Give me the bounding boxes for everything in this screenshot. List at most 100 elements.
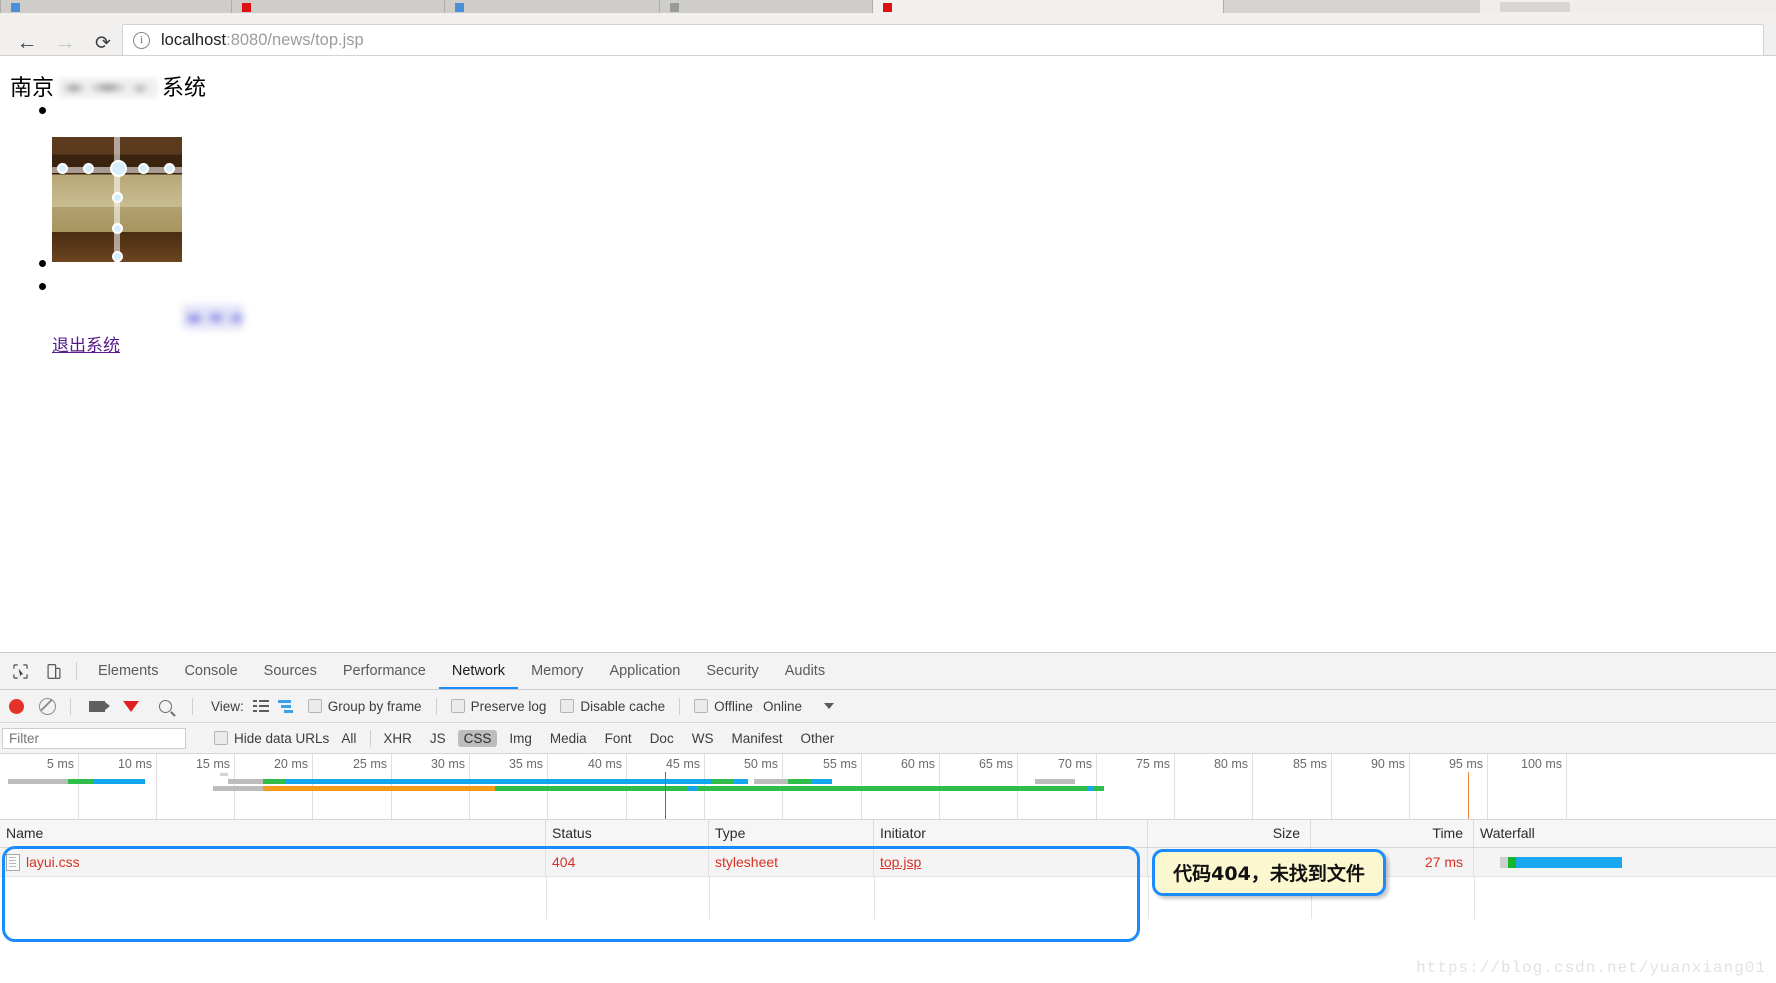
filter-chip-other[interactable]: Other: [794, 730, 840, 747]
column-header-waterfall[interactable]: Waterfall: [1474, 820, 1776, 847]
tab-favicon-icon: [242, 3, 251, 12]
clear-button-icon[interactable]: [39, 697, 56, 715]
browser-tabstrip: [0, 0, 1776, 14]
annotation-tooltip-text: 代码404，未找到文件: [1173, 863, 1365, 885]
capture-screenshots-icon[interactable]: [89, 700, 110, 712]
column-header-name[interactable]: Name: [0, 820, 546, 847]
tick-label: 60 ms: [900, 757, 935, 771]
preserve-log-checkbox[interactable]: [450, 699, 465, 713]
tab-favicon-icon: [883, 3, 892, 12]
chevron-down-icon[interactable]: [823, 703, 834, 709]
disable-cache-checkbox[interactable]: [560, 699, 575, 713]
address-bar-text: localhost:8080/news/top.jsp: [161, 31, 364, 50]
browser-tab-active[interactable]: [872, 0, 1224, 13]
tab-favicon-icon: [455, 3, 464, 12]
inspect-element-icon[interactable]: [6, 657, 34, 685]
logout-link[interactable]: 退出系统: [52, 331, 120, 356]
table-header-row: Name Status Type Initiator Size Time Wat…: [0, 820, 1776, 848]
disable-cache-label: Disable cache: [580, 698, 666, 714]
address-bar[interactable]: i localhost:8080/news/top.jsp: [122, 24, 1764, 56]
tab-console[interactable]: Console: [171, 654, 250, 689]
reload-button[interactable]: ⟳: [86, 26, 120, 60]
overview-bar-segment: [68, 779, 93, 784]
overview-bar-segment: [285, 779, 712, 784]
offline-checkbox[interactable]: [694, 699, 709, 713]
filter-chip-ws[interactable]: WS: [686, 730, 720, 747]
filter-chip-manifest[interactable]: Manifest: [725, 730, 788, 747]
forward-button[interactable]: →: [48, 26, 82, 60]
hide-data-urls-checkbox[interactable]: [214, 731, 228, 745]
resize-handle[interactable]: [112, 251, 123, 262]
tab-application[interactable]: Application: [596, 654, 693, 689]
resize-handle[interactable]: [83, 163, 94, 174]
tab-audits[interactable]: Audits: [772, 654, 838, 689]
tab-memory[interactable]: Memory: [518, 654, 596, 689]
browser-tab[interactable]: [444, 0, 660, 13]
browser-tab[interactable]: [659, 0, 873, 13]
resize-handle[interactable]: [138, 163, 149, 174]
filter-chip-img[interactable]: Img: [503, 730, 538, 747]
view-label: View:: [211, 698, 244, 714]
filter-icon[interactable]: [123, 700, 139, 728]
resize-handle[interactable]: [164, 163, 175, 174]
cell-initiator[interactable]: top.jsp: [874, 848, 1148, 876]
search-icon[interactable]: [159, 699, 172, 713]
overview-bar-segment: [688, 786, 697, 791]
overview-bar-segment: [689, 786, 1104, 791]
overview-bar-segment: [8, 779, 68, 784]
site-info-icon[interactable]: i: [133, 31, 150, 49]
resize-handle-center[interactable]: [110, 160, 127, 177]
tick-label: 5 ms: [46, 757, 74, 771]
filter-chip-doc[interactable]: Doc: [644, 730, 680, 747]
divider: [679, 697, 681, 715]
initiator-link[interactable]: top.jsp: [880, 854, 921, 870]
record-button-icon[interactable]: [9, 698, 24, 714]
tick-label: 50 ms: [743, 757, 778, 771]
network-overview-timeline[interactable]: 5 ms 10 ms 15 ms 20 ms 25 ms 30 ms 35 ms…: [0, 754, 1776, 820]
device-toolbar-icon[interactable]: [40, 657, 68, 685]
resize-handle[interactable]: [112, 223, 123, 234]
overview-bar-segment: [1088, 786, 1094, 791]
filter-input[interactable]: [2, 727, 186, 749]
preserve-log-label: Preserve log: [470, 698, 547, 714]
filter-chip-css[interactable]: CSS: [457, 729, 498, 747]
group-by-frame-checkbox[interactable]: [307, 699, 322, 713]
column-header-time[interactable]: Time: [1311, 820, 1474, 847]
back-button[interactable]: ←: [10, 26, 44, 60]
filter-chip-js[interactable]: JS: [424, 730, 452, 747]
page-title: 南京 系统: [10, 70, 206, 102]
column-header-size[interactable]: Size: [1148, 820, 1311, 847]
view-list-icon[interactable]: [252, 699, 269, 713]
redacted-badge-blur: [182, 304, 244, 330]
filter-chip-xhr[interactable]: XHR: [377, 730, 418, 747]
tab-network[interactable]: Network: [438, 654, 519, 689]
column-header-initiator[interactable]: Initiator: [874, 820, 1148, 847]
list-bullet: [39, 260, 46, 267]
tab-performance[interactable]: Performance: [330, 654, 439, 689]
online-throttle-select[interactable]: Online: [763, 699, 802, 714]
tab-elements[interactable]: Elements: [85, 654, 171, 689]
page-title-suffix: 系统: [162, 76, 207, 101]
column-header-status[interactable]: Status: [546, 820, 709, 847]
overview-bar-segment: [754, 779, 788, 784]
tab-sources[interactable]: Sources: [251, 654, 330, 689]
tab-security[interactable]: Security: [693, 654, 771, 689]
filter-chip-all[interactable]: All: [335, 730, 362, 747]
browser-tab[interactable]: [231, 0, 445, 13]
tab-favicon-icon: [670, 3, 679, 12]
annotation-tooltip: 代码404，未找到文件: [1152, 849, 1386, 896]
browser-tab[interactable]: [0, 0, 232, 13]
tick-label: 85 ms: [1292, 757, 1327, 771]
tick-label: 25 ms: [352, 757, 387, 771]
new-tab-button[interactable]: [1500, 2, 1570, 12]
filter-chip-media[interactable]: Media: [544, 730, 593, 747]
tick-label: 100 ms: [1521, 757, 1562, 771]
table-row[interactable]: layui.css 404 stylesheet top.jsp 172 B 2…: [0, 848, 1776, 877]
resize-handle[interactable]: [57, 163, 68, 174]
resize-handle[interactable]: [112, 192, 123, 203]
tick-label: 70 ms: [1057, 757, 1092, 771]
column-header-type[interactable]: Type: [709, 820, 874, 847]
filter-chip-font[interactable]: Font: [599, 730, 638, 747]
view-waterfall-icon[interactable]: [277, 699, 294, 713]
waterfall-download-segment: [1516, 857, 1622, 868]
